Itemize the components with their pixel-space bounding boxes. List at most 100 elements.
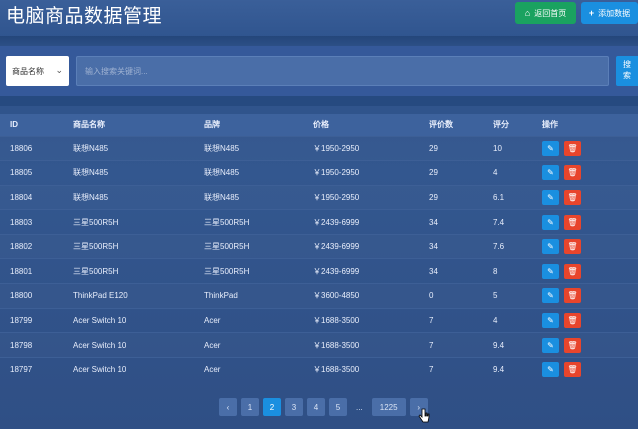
delete-button[interactable]: 🗑 [564,263,581,279]
table-cell: 18802 [0,233,63,259]
table-cell: 三星500R5H [63,233,194,259]
edit-icon: ✎ [547,315,554,325]
edit-icon: ✎ [547,340,554,350]
table-cell: 34 [419,258,483,284]
edit-button[interactable]: ✎ [542,337,559,353]
edit-button[interactable]: ✎ [542,288,559,304]
search-field-select[interactable]: 商品名称 ⌄ [6,56,69,86]
delete-button[interactable]: 🗑 [564,288,581,304]
actions-cell: ✎ 🗑 [532,332,638,358]
table-cell: ￥3600-4850 [303,283,419,309]
table-cell: ￥2439-6999 [303,258,419,284]
delete-button[interactable]: 🗑 [564,362,581,378]
table-cell: ￥2439-6999 [303,209,419,235]
page-button[interactable]: 3 [285,398,303,416]
table-cell: 18806 [0,135,63,161]
table-cell: 联想N485 [194,135,303,161]
edit-icon: ✎ [547,217,554,227]
table-cell: 联想N485 [63,160,194,186]
delete-button[interactable]: 🗑 [564,312,581,328]
table-cell: 6.1 [483,184,532,210]
delete-button[interactable]: 🗑 [564,337,581,353]
page-title: 电脑商品数据管理 [6,5,163,27]
table-cell: 18797 [0,356,63,382]
edit-icon: ✎ [547,168,554,178]
actions-cell: ✎ 🗑 [532,209,638,235]
column-header: 商品名称 [63,114,194,136]
table-row: 18803 三星500R5H 三星500R5H ￥2439-6999 34 7.4 ✎ 🗑 [0,209,638,235]
plus-icon: + [588,8,595,18]
delete-button[interactable]: 🗑 [564,189,581,205]
table-cell: 9.4 [483,332,532,358]
edit-icon: ✎ [547,266,554,276]
page-button[interactable]: 2 [263,398,281,416]
edit-button[interactable]: ✎ [542,165,559,181]
edit-button[interactable]: ✎ [542,189,559,205]
add-data-button[interactable]: + 添加数据 [581,2,638,24]
edit-button[interactable]: ✎ [542,362,559,378]
table-cell: 三星500R5H [194,209,303,235]
home-button[interactable]: ⌂ 返回首页 [515,2,576,24]
table-row: 18797 Acer Switch 10 Acer ￥1688-3500 7 9.4 ✎ 🗑 [0,356,638,382]
search-button[interactable]: 搜索 [616,56,638,86]
actions-cell: ✎ 🗑 [532,356,638,382]
edit-button[interactable]: ✎ [542,214,559,230]
table-cell: 18799 [0,307,63,333]
table-cell: 0 [419,283,483,309]
delete-button[interactable]: 🗑 [564,140,581,156]
delete-button[interactable]: 🗑 [564,239,581,255]
table-cell: 18803 [0,209,63,235]
page-button[interactable]: 1 [241,398,259,416]
table-cell: 联想N485 [63,135,194,161]
table-header-row: ID 商品名称 品牌 价格 评价数 评分 操作 [0,114,638,136]
table-cell: 18801 [0,258,63,284]
last-page-button[interactable]: 1225 [371,398,406,416]
trash-icon: 🗑 [567,168,578,178]
table-cell: 8 [483,258,532,284]
table-cell: 29 [419,135,483,161]
page-button[interactable]: 5 [329,398,347,416]
page-button[interactable]: 4 [307,398,325,416]
table-cell: 联想N485 [194,160,303,186]
edit-button[interactable]: ✎ [542,239,559,255]
trash-icon: 🗑 [567,242,578,252]
trash-icon: 🗑 [567,315,578,325]
table-row: 18802 三星500R5H 三星500R5H ￥2439-6999 34 7.6 ✎ 🗑 [0,233,638,259]
chevron-down-icon: ⌄ [55,65,63,75]
trash-icon: 🗑 [567,217,578,227]
table-cell: Acer Switch 10 [63,356,194,382]
table-cell: Acer [194,356,303,382]
delete-button[interactable]: 🗑 [564,214,581,230]
trash-icon: 🗑 [567,143,578,153]
table-cell: 7 [419,332,483,358]
edit-button[interactable]: ✎ [542,263,559,279]
search-input[interactable] [76,56,609,86]
table-cell: ￥1950-2950 [303,184,419,210]
edit-icon: ✎ [547,143,554,153]
edit-icon: ✎ [547,365,554,375]
table-row: 18804 联想N485 联想N485 ￥1950-2950 29 6.1 ✎ 🗑 [0,184,638,210]
table-cell: 18798 [0,332,63,358]
column-header: 价格 [303,114,419,136]
column-header: 评分 [483,114,532,136]
search-divider [0,96,638,106]
table-cell: 18800 [0,283,63,309]
table-cell: 5 [483,283,532,309]
table-cell: Acer Switch 10 [63,332,194,358]
actions-cell: ✎ 🗑 [532,233,638,259]
delete-button[interactable]: 🗑 [564,165,581,181]
actions-cell: ✎ 🗑 [532,307,638,333]
edit-button[interactable]: ✎ [542,312,559,328]
table-cell: Acer Switch 10 [63,307,194,333]
prev-page-button[interactable]: ‹ [219,398,237,416]
table-cell: ￥1950-2950 [303,135,419,161]
table-cell: 三星500R5H [194,233,303,259]
column-header: 评价数 [419,114,483,136]
mouse-cursor-icon [418,408,430,423]
table-row: 18805 联想N485 联想N485 ￥1950-2950 29 4 ✎ 🗑 [0,160,638,186]
add-button-label: 添加数据 [598,8,631,18]
pagination-ellipsis: ... [356,402,363,412]
trash-icon: 🗑 [567,291,578,301]
edit-button[interactable]: ✎ [542,140,559,156]
actions-cell: ✎ 🗑 [532,160,638,186]
